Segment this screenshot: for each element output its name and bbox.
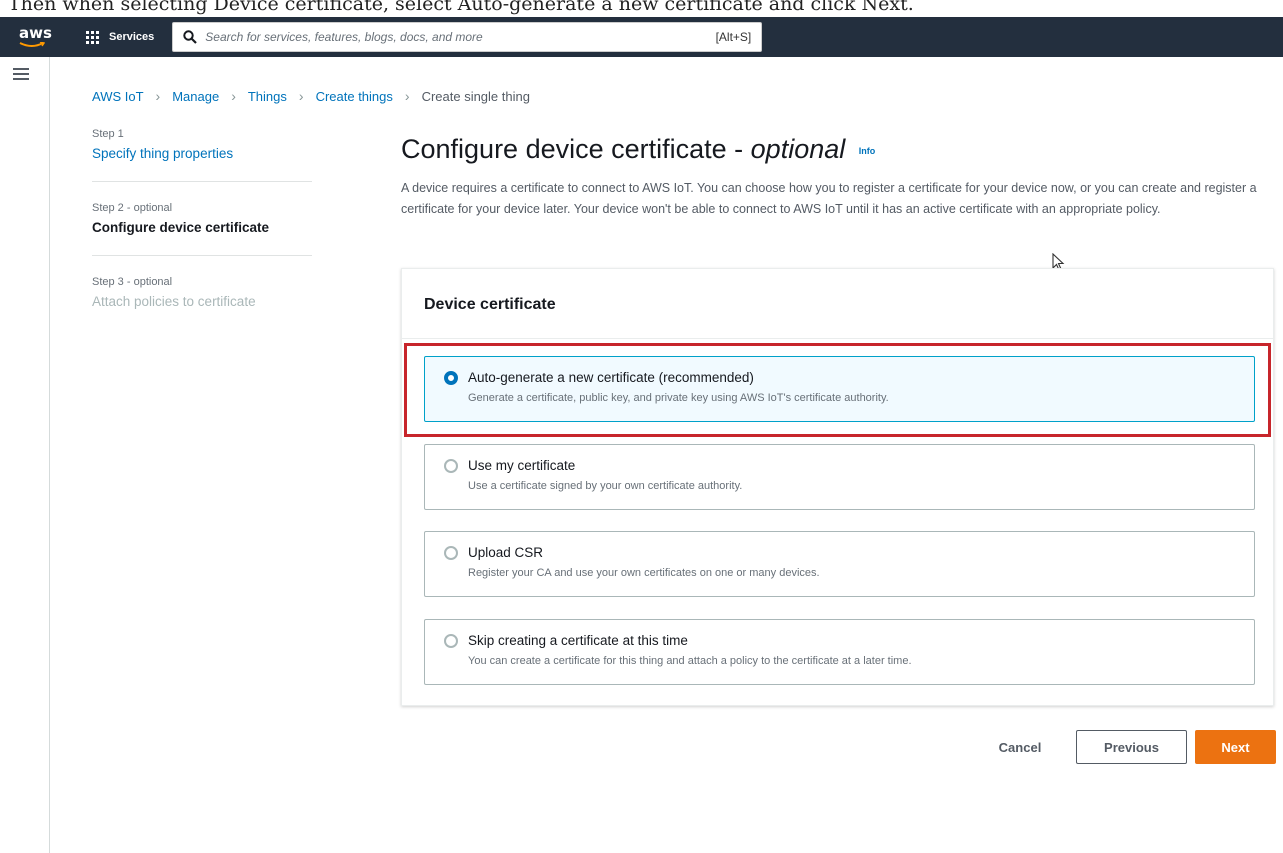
previous-button[interactable]: Previous <box>1076 730 1187 764</box>
breadcrumb-current-page: Create single thing <box>421 88 530 104</box>
aws-logo-text: aws <box>19 24 52 42</box>
menu-hamburger-icon[interactable] <box>13 68 29 80</box>
option-skip-certificate[interactable]: Skip creating a certificate at this time… <box>424 619 1255 685</box>
search-input[interactable] <box>205 30 708 44</box>
next-button[interactable]: Next <box>1195 730 1276 764</box>
chevron-right-icon: › <box>155 88 161 104</box>
step-label-specify-thing-properties[interactable]: Specify thing properties <box>92 146 312 161</box>
chevron-right-icon: › <box>298 88 304 104</box>
cancel-button[interactable]: Cancel <box>980 731 1060 763</box>
chevron-right-icon: › <box>231 88 236 104</box>
page-title-text: Configure device certificate - <box>401 134 751 164</box>
top-navigation-bar: aws Services [Alt+S] <box>0 17 1283 57</box>
services-menu-button[interactable]: Services <box>80 23 160 51</box>
breadcrumb-things[interactable]: Things <box>248 89 287 104</box>
radio-selected-icon[interactable] <box>444 371 458 385</box>
tutorial-caption: Then when selecting Device certificate, … <box>8 0 914 15</box>
services-grid-icon <box>86 30 101 44</box>
breadcrumb-manage[interactable]: Manage <box>172 89 219 104</box>
chevron-right-icon: › <box>404 88 410 104</box>
aws-logo[interactable]: aws <box>16 22 52 52</box>
step-number: Step 3 - optional <box>92 276 173 288</box>
option-description: Generate a certificate, public key, and … <box>468 392 889 404</box>
services-label: Services <box>109 31 155 43</box>
wizard-step-1: Step 1 Specify thing properties <box>92 128 312 182</box>
page-description: A device requires a certificate to conne… <box>401 181 1257 216</box>
wizard-steps: Step 1 Specify thing properties Step 2 -… <box>92 128 312 349</box>
option-title: Use my certificate <box>468 458 576 473</box>
option-upload-csr[interactable]: Upload CSR Register your CA and use your… <box>424 531 1255 597</box>
option-title: Auto-generate a new certificate (recomme… <box>468 370 754 385</box>
breadcrumb-create-things[interactable]: Create things <box>316 89 393 104</box>
option-title: Skip creating a certificate at this time <box>468 633 688 648</box>
aws-smile-icon <box>19 42 45 47</box>
radio-unselected-icon[interactable] <box>444 546 458 560</box>
screenshot-root: Then when selecting Device certificate, … <box>0 0 1283 853</box>
option-description: Register your CA and use your own certif… <box>468 567 820 579</box>
wizard-step-2: Step 2 - optional Configure device certi… <box>92 202 312 256</box>
step-label-configure-device-certificate: Configure device certificate <box>92 220 270 235</box>
breadcrumb: AWS IoT › Manage › Things › Create thing… <box>92 88 530 104</box>
breadcrumb-aws-iot[interactable]: AWS IoT <box>92 89 144 104</box>
search-shortcut-hint: [Alt+S] <box>715 30 752 44</box>
step-number: Step 2 - optional <box>92 202 173 214</box>
search-box[interactable]: [Alt+S] <box>172 22 763 52</box>
radio-unselected-icon[interactable] <box>444 634 458 648</box>
step-number: Step 1 <box>92 128 124 140</box>
option-use-my-certificate[interactable]: Use my certificate Use a certificate sig… <box>424 444 1255 510</box>
option-description: Use a certificate signed by your own cer… <box>468 480 743 492</box>
option-auto-generate[interactable]: Auto-generate a new certificate (recomme… <box>424 356 1255 422</box>
page-title-optional: optional <box>750 134 846 164</box>
option-description: You can create a certificate for this th… <box>468 655 912 667</box>
radio-unselected-icon[interactable] <box>444 459 458 473</box>
panel-title: Device certificate <box>402 269 1273 339</box>
page-title: Configure device certificate - optional … <box>401 134 875 165</box>
option-title: Upload CSR <box>468 545 544 560</box>
wizard-step-3: Step 3 - optional Attach policies to cer… <box>92 276 312 329</box>
device-certificate-panel: Device certificate Auto-generate a new c… <box>401 268 1274 706</box>
step-label-attach-policies: Attach policies to certificate <box>92 294 256 309</box>
side-navigation-strip <box>0 57 50 853</box>
info-link[interactable]: Info <box>859 146 876 156</box>
search-icon <box>183 30 198 44</box>
